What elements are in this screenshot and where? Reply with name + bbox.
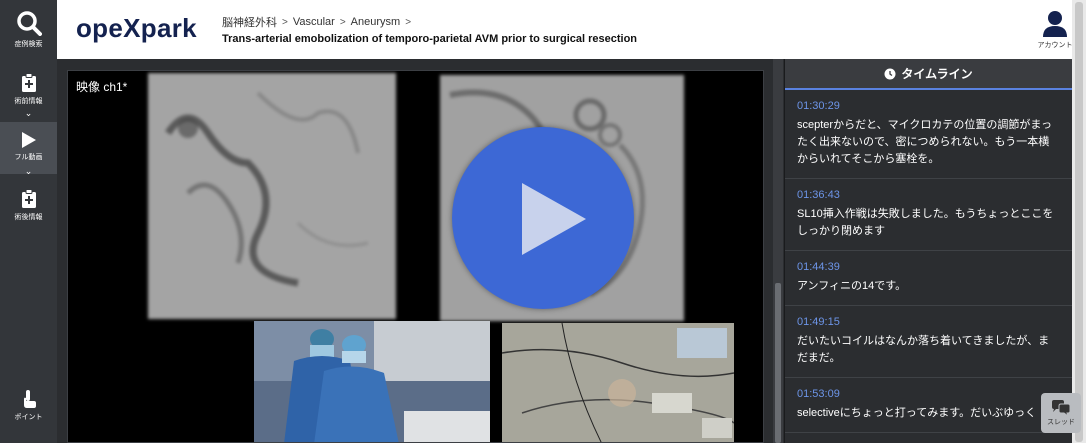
timeline-time[interactable]: 01:53:09 xyxy=(797,388,1060,400)
sidebar-item-case-search[interactable]: 症例検索 xyxy=(0,10,57,49)
timeline-header: タイムライン xyxy=(785,59,1072,90)
page-title: Trans-arterial emobolization of temporo-… xyxy=(222,33,638,45)
clock-icon xyxy=(884,68,896,79)
sidebar-item-label: ポイント xyxy=(14,414,43,421)
header: opeXpark 脳神経外科 > Vascular > Aneurysm > T… xyxy=(57,0,1086,59)
account-label: アカウント xyxy=(1037,42,1073,49)
timeline-time[interactable]: 01:36:43 xyxy=(797,189,1060,201)
video-player[interactable]: 映像 ch1* xyxy=(67,70,764,443)
splitter-handle[interactable] xyxy=(775,283,781,443)
timeline-text: selectiveにちょっと打ってみます。だいぶゆっく xyxy=(797,407,1037,419)
hand-pointer-icon xyxy=(23,390,36,408)
channel-label: 映像 ch1* xyxy=(76,80,128,94)
timeline-entry[interactable]: 01:49:15 だいたいコイルはなんか落ち着いてきましたが、まだまだ。 xyxy=(785,306,1072,378)
chevron-down-icon[interactable]: ⌄ xyxy=(0,166,57,177)
sidebar-item-label: 症例検索 xyxy=(14,41,43,48)
sidebar-item-point[interactable]: ポイント xyxy=(0,389,57,422)
operating-room-camera-view xyxy=(254,321,490,442)
sidebar-item-postop[interactable]: 術後情報 xyxy=(0,189,57,222)
timeline-entry[interactable]: 01:44:39 アンフィニの14です。 xyxy=(785,251,1072,306)
sidebar-item-preop[interactable]: 術前情報 xyxy=(0,73,57,106)
thread-button[interactable]: スレッド xyxy=(1041,393,1081,433)
breadcrumb-item[interactable]: Aneurysm xyxy=(351,16,401,28)
timeline-text: SL10挿入作戦は失敗しました。もうちょっとここをしっかり閉めます xyxy=(797,208,1054,237)
play-icon xyxy=(21,132,36,148)
thread-label: スレッド xyxy=(1047,418,1075,426)
timeline-panel: タイムライン 01:30:29 scepterからだと、マイクロカテの位置の調節… xyxy=(784,59,1072,443)
timeline-time[interactable]: 01:49:15 xyxy=(797,316,1060,328)
sidebar-item-label: 術前情報 xyxy=(14,98,43,105)
play-icon xyxy=(522,183,586,255)
breadcrumb-item[interactable]: 脳神経外科 xyxy=(222,14,277,30)
chevron-right-icon: > xyxy=(339,16,346,28)
breadcrumb-item[interactable]: Vascular xyxy=(293,16,335,28)
timeline-text: アンフィニの14です。 xyxy=(797,280,907,292)
clipboard-plus-icon xyxy=(21,73,36,92)
sidebar-item-label: 術後情報 xyxy=(14,214,43,221)
timeline-time[interactable]: 01:30:29 xyxy=(797,100,1060,112)
sidebar-item-label: フル動画 xyxy=(14,154,43,161)
breadcrumb: 脳神経外科 > Vascular > Aneurysm > xyxy=(222,14,412,30)
chevron-down-icon[interactable]: ⌄ xyxy=(0,108,57,119)
chevron-right-icon: > xyxy=(282,16,288,28)
logo[interactable]: opeXpark xyxy=(76,13,197,44)
sidebar: 症例検索 術前情報 ⌄ フル動画 ⌄ 術後情報 ポイント xyxy=(0,0,57,443)
user-icon xyxy=(1043,11,1067,37)
chevron-right-icon: > xyxy=(405,16,412,28)
timeline-entry[interactable]: 01:30:29 scepterからだと、マイクロカテの位置の調節がまったく出来… xyxy=(785,90,1072,179)
catheter-field-camera-view xyxy=(502,323,734,442)
angiography-view-left xyxy=(148,73,396,319)
page-scrollbar[interactable] xyxy=(1072,0,1086,443)
clipboard-plus-icon xyxy=(21,189,36,208)
timeline-entry[interactable]: 01:53:09 selectiveにちょっと打ってみます。だいぶゆっく xyxy=(785,378,1072,433)
chat-bubbles-icon xyxy=(1052,399,1071,416)
timeline-text: だいたいコイルはなんか落ち着いてきましたが、まだまだ。 xyxy=(797,335,1050,364)
timeline-text: scepterからだと、マイクロカテの位置の調節がまったく出来ないので、密につめ… xyxy=(797,119,1052,165)
play-button[interactable] xyxy=(452,127,634,309)
timeline-time[interactable]: 01:44:39 xyxy=(797,261,1060,273)
timeline-title: タイムライン xyxy=(901,67,973,81)
timeline-entry[interactable]: 01:36:43 SL10挿入作戦は失敗しました。もうちょっとここをしっかり閉め… xyxy=(785,179,1072,251)
search-icon xyxy=(16,11,42,36)
page-scrollbar-thumb[interactable] xyxy=(1075,2,1083,442)
